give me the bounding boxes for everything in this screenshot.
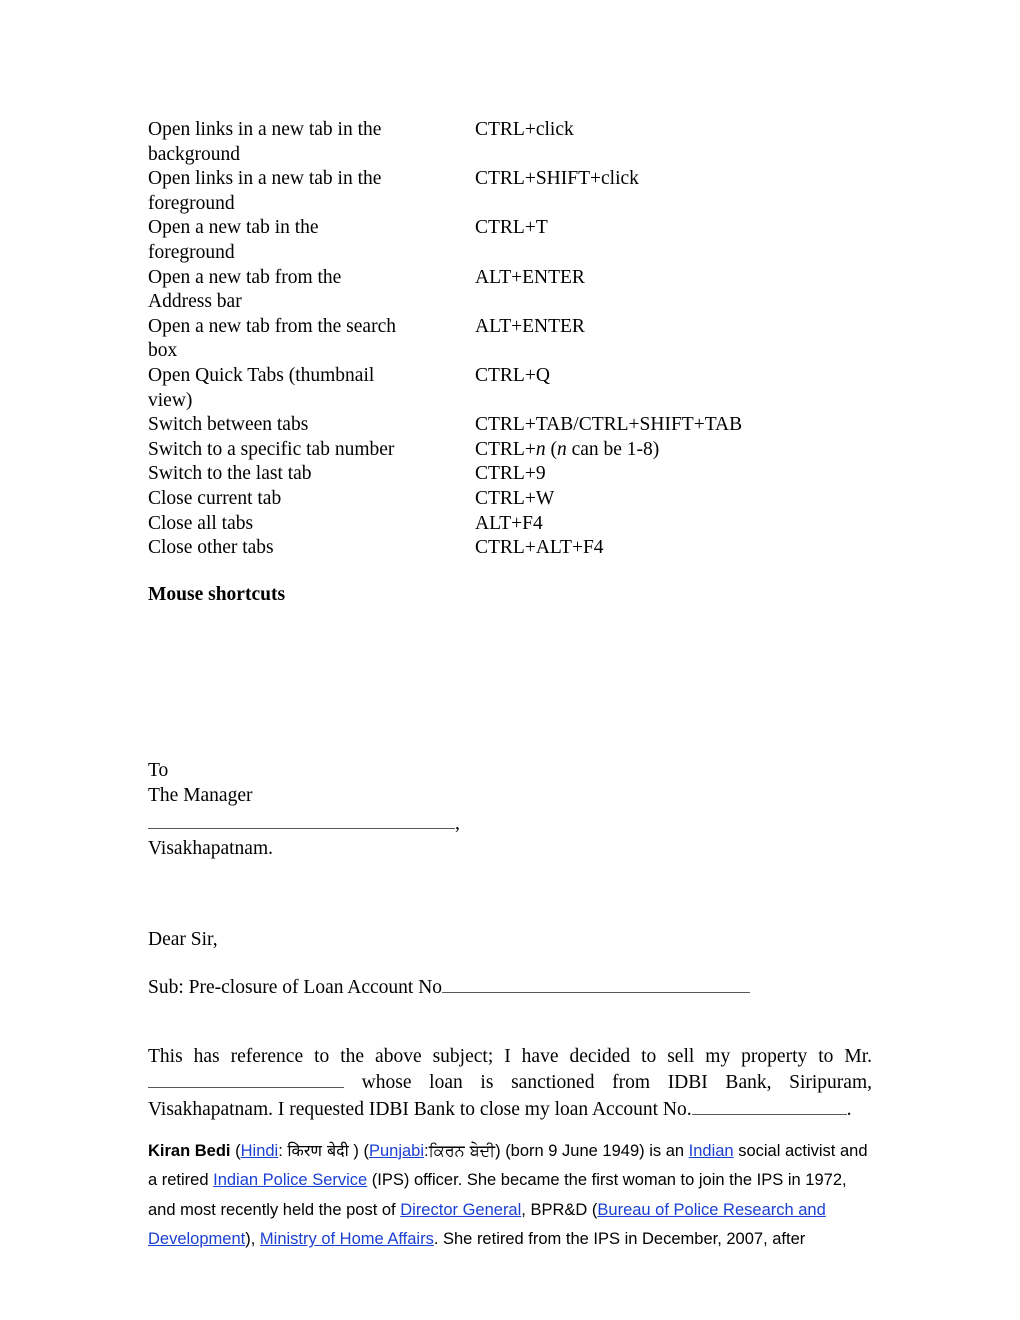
shortcut-keys: CTRL+click: [475, 119, 574, 140]
text-bprd: , BPR&D (: [521, 1200, 598, 1219]
body-text-part1: This has reference to the above subject;…: [148, 1045, 872, 1067]
shortcut-description: Open a new tab from the Address bar: [148, 266, 475, 315]
keys-italic-n2: n: [556, 438, 567, 460]
shortcut-keys: CTRL+TAB/CTRL+SHIFT+TAB: [475, 414, 743, 436]
account-number-blank-field[interactable]: [691, 1096, 847, 1116]
letter-recipient: The Manager: [148, 784, 253, 806]
shortcut-description: Close other tabs: [148, 536, 475, 561]
text-close-paren: ),: [245, 1230, 260, 1249]
shortcut-description-text: Close other tabs: [148, 537, 274, 559]
shortcut-description: Close all tabs: [148, 512, 475, 537]
shortcut-keys: ALT+ENTER: [475, 266, 585, 288]
shortcut-keys: CTRL+ALT+F4: [475, 537, 604, 559]
letter-to-label: To: [148, 760, 169, 782]
letter-subject-line: Sub: Pre-closure of Loan Account No: [148, 974, 872, 1001]
table-row: Switch to the last tab CTRL+9: [148, 462, 872, 487]
keys-italic-n: n: [535, 438, 546, 460]
shortcut-description: Open links in a new tab in the foregroun…: [148, 167, 475, 216]
shortcut-keys: ALT+ENTER: [475, 315, 585, 337]
letter-city: Visakhapatnam.: [148, 838, 273, 860]
hindi-close: ) (: [348, 1141, 369, 1160]
body-text-part3: .: [846, 1099, 852, 1121]
shortcut-keys: CTRL+T: [475, 217, 548, 239]
shortcut-description-text: Switch to the last tab: [148, 463, 312, 485]
shortcut-keys: CTRL+W: [475, 487, 555, 509]
shortcut-description-text: Close all tabs: [148, 512, 254, 534]
link-ministry-of-home-affairs[interactable]: Ministry of Home Affairs: [260, 1230, 434, 1248]
born-text: (born 9 June 1949) is an: [505, 1141, 689, 1160]
paren-open: (: [230, 1141, 241, 1160]
punjabi-script-name: ਕਿਰਨ ਬੇਦੀ: [428, 1140, 496, 1160]
document-page: Open links in a new tab in the backgroun…: [0, 0, 1020, 1320]
shortcuts-table-body: Open links in a new tab in the backgroun…: [148, 118, 872, 561]
shortcut-description-text: Switch between tabs: [148, 414, 309, 436]
shortcut-description: Switch to a specific tab number: [148, 438, 475, 463]
shortcut-description-text: Open a new tab in the foreground: [148, 217, 319, 263]
shortcut-keys: CTRL+Q: [475, 364, 550, 386]
document-content: Open links in a new tab in the backgroun…: [148, 118, 872, 1255]
shortcut-keys: CTRL+SHIFT+click: [475, 168, 639, 190]
table-row: Open Quick Tabs (thumbnail view) CTRL+Q: [148, 364, 872, 413]
table-row: Open a new tab from the search box ALT+E…: [148, 315, 872, 364]
shortcut-description: Open links in a new tab in the backgroun…: [148, 118, 475, 167]
link-indian-police-service[interactable]: Indian Police Service: [213, 1171, 367, 1189]
keys-suffix: can be 1-8): [566, 438, 660, 460]
shortcut-description-text: Open links in a new tab in the backgroun…: [148, 119, 382, 165]
shortcut-description-text: Open a new tab from the search box: [148, 315, 396, 362]
shortcut-description: Open a new tab from the search box: [148, 315, 475, 364]
shortcut-description-text: Open Quick Tabs (thumbnail view): [148, 364, 375, 411]
subject-account-blank-field[interactable]: [442, 974, 751, 994]
shortcut-description-text: Open a new tab from the Address bar: [148, 266, 342, 313]
shortcut-description-text: Open links in a new tab in the foregroun…: [148, 168, 382, 214]
letter-block: To The Manager , Visakhapatnam. Dear Sir…: [148, 759, 872, 1122]
person-name: Kiran Bedi: [148, 1141, 231, 1160]
keyboard-shortcuts-table: Open links in a new tab in the backgroun…: [148, 118, 872, 561]
address-blank-comma: ,: [455, 813, 460, 835]
table-row: Close current tab CTRL+W: [148, 487, 872, 512]
shortcut-keys: CTRL+9: [475, 463, 546, 485]
link-director-general[interactable]: Director General: [400, 1201, 521, 1219]
shortcut-description: Switch between tabs: [148, 413, 475, 438]
shortcut-description-text: Switch to a specific tab number: [148, 438, 395, 460]
shortcut-description: Switch to the last tab: [148, 462, 475, 487]
shortcut-description: Open a new tab in the foreground: [148, 216, 475, 265]
shortcut-keys: CTRL+n (n can be 1-8): [475, 438, 872, 463]
table-row: Open a new tab in the foreground CTRL+T: [148, 216, 872, 265]
table-row: Open a new tab from the Address bar ALT+…: [148, 266, 872, 315]
table-row: Open links in a new tab in the foregroun…: [148, 167, 872, 216]
punjabi-close: ): [495, 1141, 506, 1160]
shortcut-keys: ALT+F4: [475, 512, 543, 534]
hindi-script-name: किरण बेदी: [287, 1140, 349, 1160]
table-row: Switch to a specific tab number CTRL+n (…: [148, 438, 872, 463]
link-punjabi[interactable]: Punjabi: [369, 1142, 424, 1160]
kiran-bedi-paragraph: Kiran Bedi (Hindi: किरण बेदी ) (Punjabi:…: [148, 1136, 872, 1255]
letter-salutation: Dear Sir,: [148, 928, 218, 950]
shortcut-description-text: Close current tab: [148, 487, 282, 509]
link-indian[interactable]: Indian: [689, 1142, 734, 1160]
subject-prefix-text: Sub: Pre-closure of Loan Account No: [148, 977, 443, 999]
table-row: Close other tabs CTRL+ALT+F4: [148, 536, 872, 561]
buyer-name-blank-field[interactable]: [148, 1069, 344, 1089]
text-tail: . She retired from the IPS in December, …: [433, 1230, 806, 1249]
letter-body-paragraph: This has reference to the above subject;…: [148, 1045, 872, 1123]
letter-address-blank-line: ,: [148, 808, 872, 837]
address-blank-field[interactable]: [148, 808, 455, 830]
table-row: Close all tabs ALT+F4: [148, 512, 872, 537]
link-hindi[interactable]: Hindi: [241, 1142, 279, 1160]
table-row: Switch between tabs CTRL+TAB/CTRL+SHIFT+…: [148, 413, 872, 438]
table-row: Open links in a new tab in the backgroun…: [148, 118, 872, 167]
shortcut-description: Close current tab: [148, 487, 475, 512]
shortcut-description: Open Quick Tabs (thumbnail view): [148, 364, 475, 413]
keys-prefix: CTRL+: [475, 438, 536, 460]
mouse-shortcuts-heading: Mouse shortcuts: [148, 583, 286, 605]
keys-paren-open: (: [545, 438, 557, 460]
